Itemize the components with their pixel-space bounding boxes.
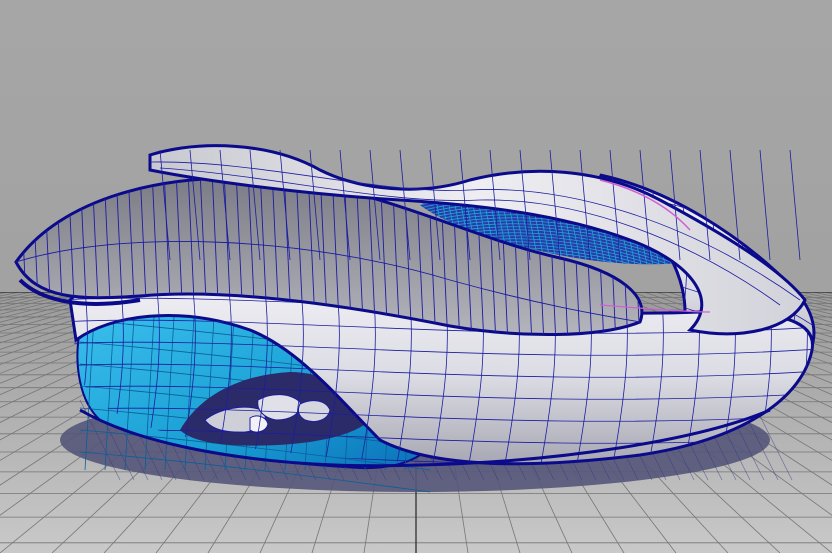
3d-viewport[interactable] (0, 0, 832, 553)
viewport-scene[interactable] (0, 0, 832, 553)
